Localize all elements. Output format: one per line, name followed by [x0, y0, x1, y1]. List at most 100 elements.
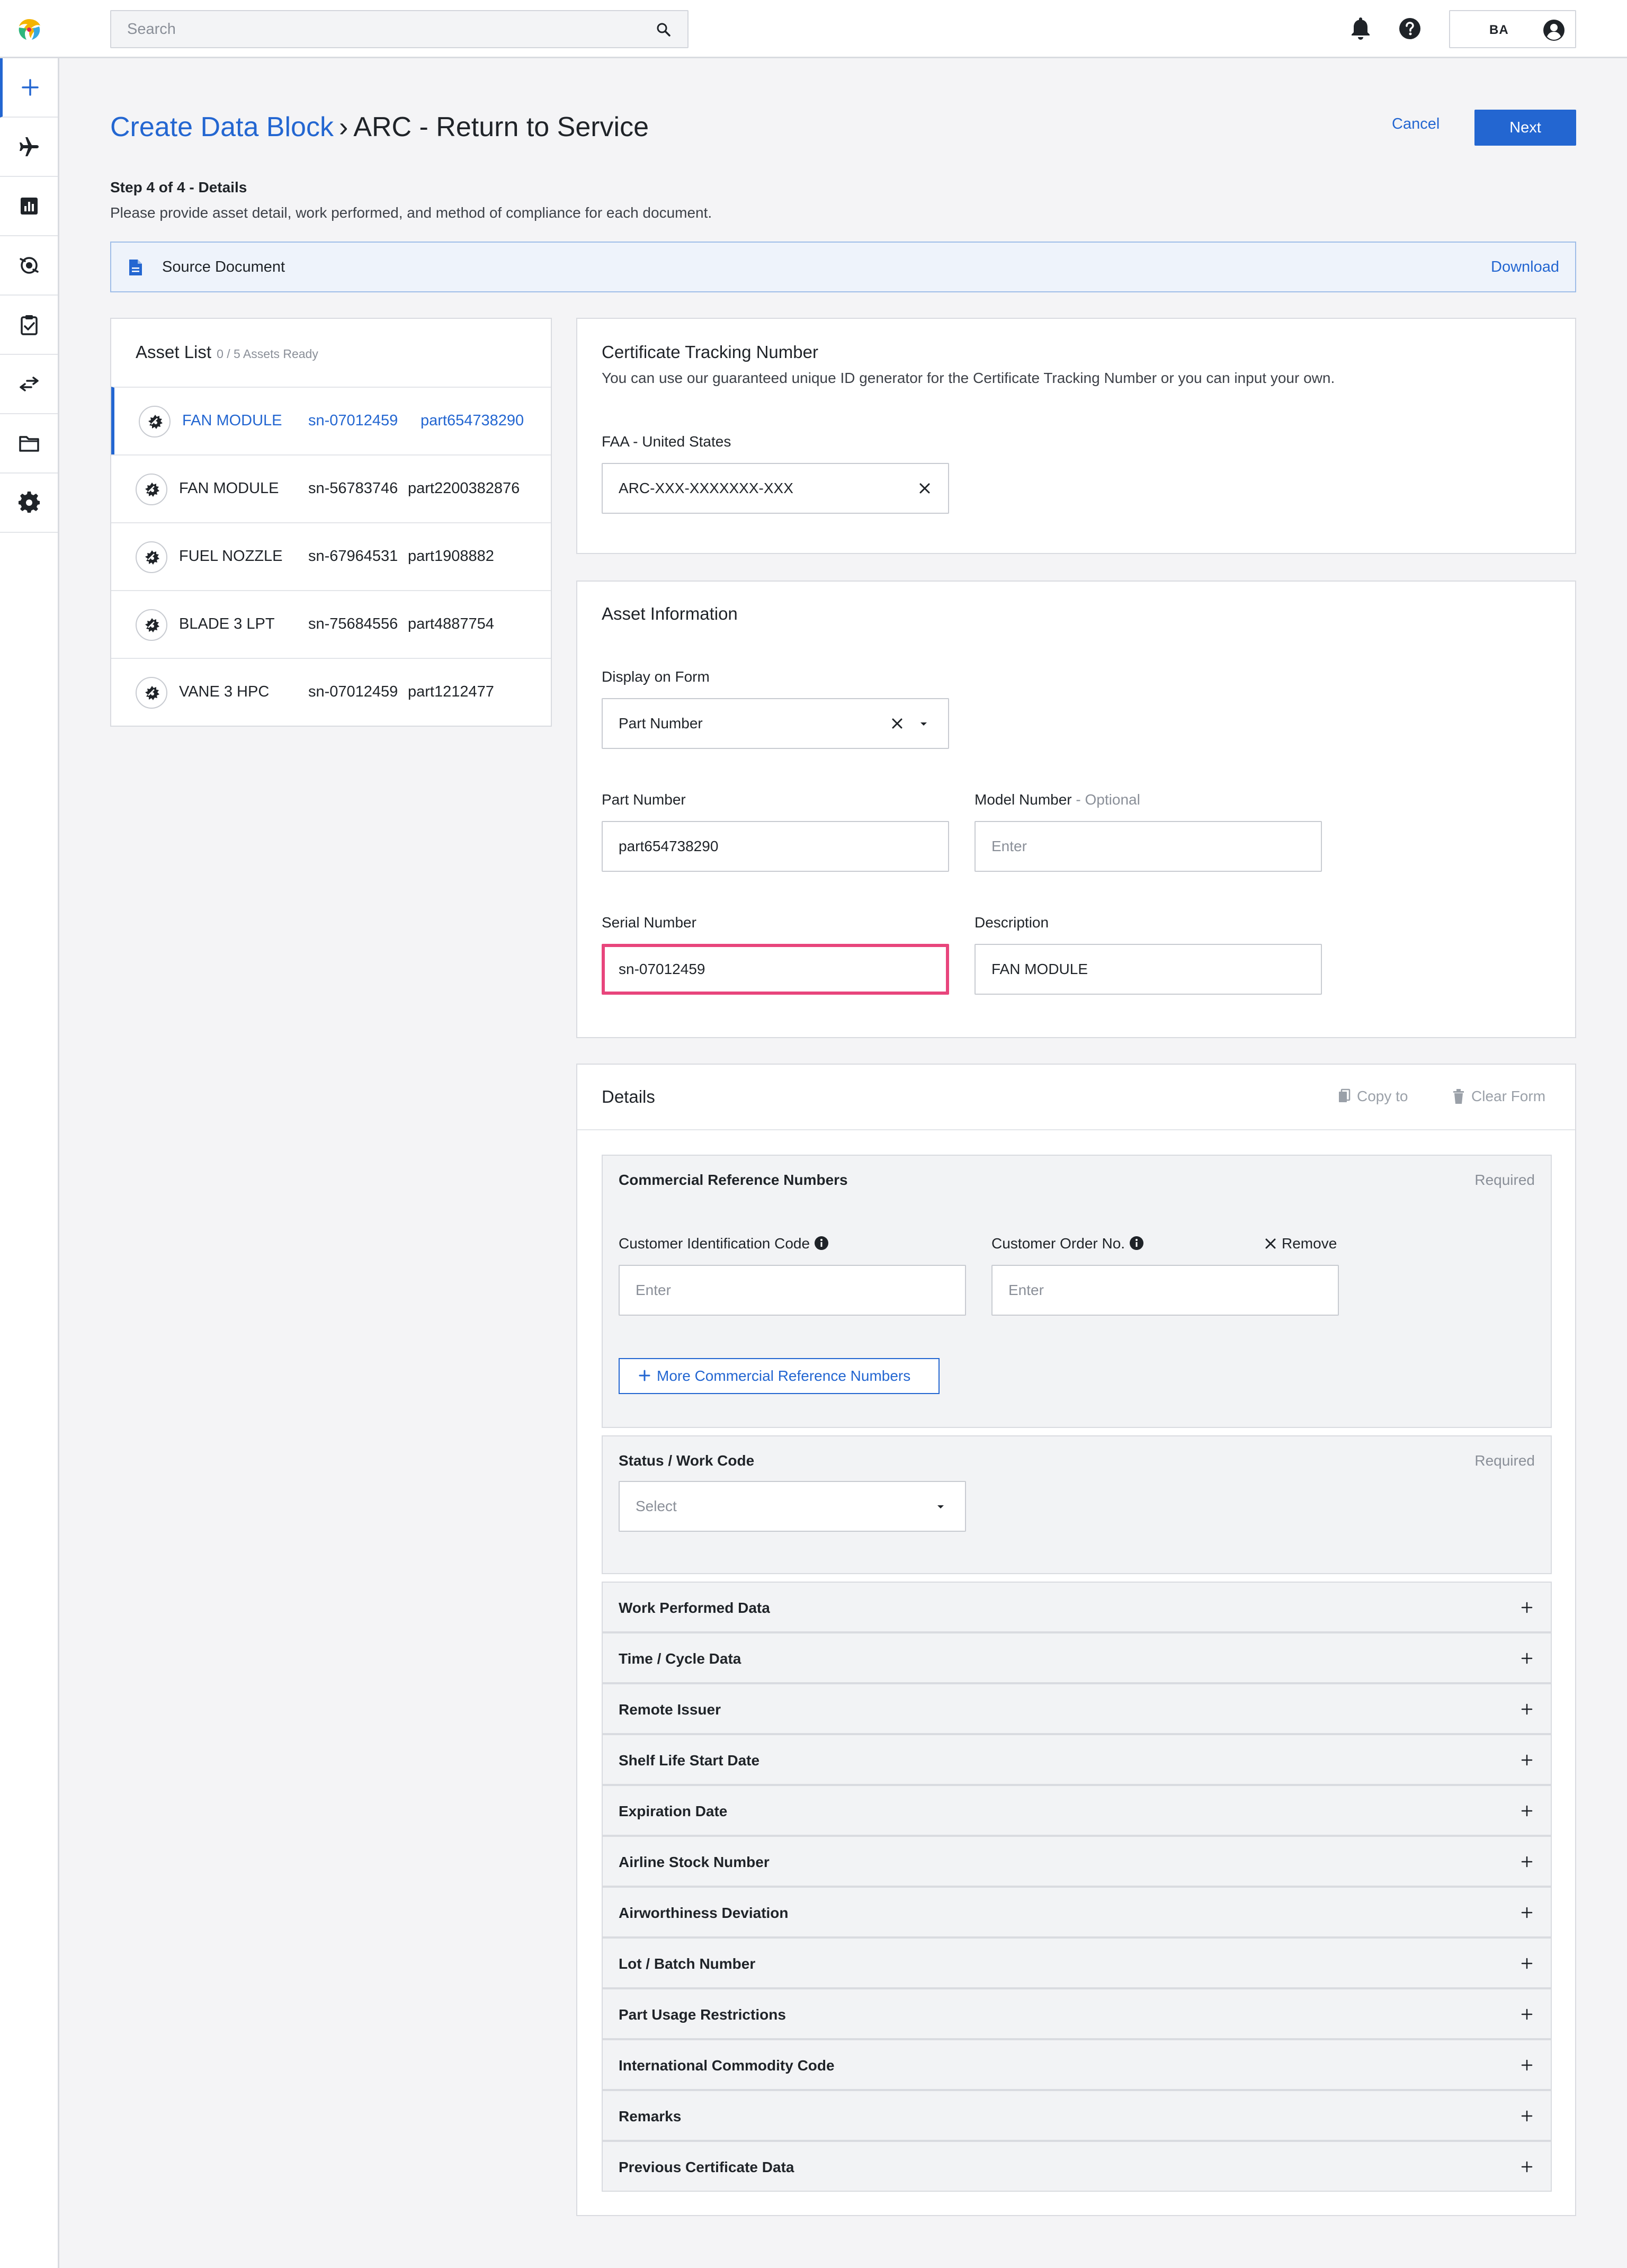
notifications-bell-icon[interactable]	[1349, 16, 1372, 40]
turbine-icon	[136, 677, 167, 709]
asset-name: VANE 3 HPC	[179, 683, 270, 700]
part-number-field	[602, 821, 949, 872]
clear-icon[interactable]	[917, 481, 932, 496]
user-avatar-icon	[1543, 20, 1565, 41]
nav-settings[interactable]	[0, 474, 58, 533]
accordion-remarks[interactable]: Remarks	[602, 2090, 1552, 2141]
folder-icon	[19, 436, 39, 452]
source-document-banner: Source Document Download	[110, 242, 1576, 292]
airplane-icon	[19, 137, 39, 156]
asset-serial: sn-67964531	[308, 548, 398, 565]
app-logo-icon[interactable]	[16, 17, 42, 41]
caret-down-icon[interactable]	[919, 721, 928, 727]
clipboard-check-icon	[20, 315, 38, 335]
asset-name: BLADE 3 LPT	[179, 615, 275, 632]
plus-icon	[1521, 1856, 1533, 1868]
help-icon[interactable]	[1398, 17, 1422, 40]
asset-part: part1908882	[408, 548, 494, 565]
accordion-remote-issuer[interactable]: Remote Issuer	[602, 1683, 1552, 1734]
clear-form-label: Clear Form	[1471, 1088, 1546, 1104]
accordion-airworthiness-deviation[interactable]: Airworthiness Deviation	[602, 1887, 1552, 1937]
asset-list-item[interactable]: FAN MODULE sn-56783746 part2200382876	[111, 454, 551, 522]
asset-list-item[interactable]: FAN MODULE sn-07012459 part654738290	[111, 387, 551, 454]
customer-id-input[interactable]	[636, 1266, 917, 1315]
plus-icon	[1521, 1754, 1533, 1766]
asset-list-item[interactable]: BLADE 3 LPT sn-75684556 part4887754	[111, 590, 551, 658]
breadcrumb-separator: ›	[338, 112, 348, 142]
accordion-expiration-date[interactable]: Expiration Date	[602, 1785, 1552, 1836]
asset-serial: sn-07012459	[308, 683, 398, 700]
description-field	[975, 944, 1322, 995]
left-nav-rail	[0, 58, 59, 2268]
accordion-title: Previous Certificate Data	[619, 2159, 794, 2175]
customer-id-label-text: Customer Identification Code	[619, 1235, 810, 1252]
accordion-shelf-life-start-date[interactable]: Shelf Life Start Date	[602, 1734, 1552, 1785]
nav-transfers[interactable]	[0, 355, 58, 414]
asset-information-title: Asset Information	[602, 604, 738, 623]
breadcrumb: Create Data Block › ARC - Return to Servic…	[110, 109, 649, 146]
info-icon[interactable]	[814, 1236, 829, 1251]
more-commercial-reference-button[interactable]: More Commercial Reference Numbers	[619, 1358, 940, 1394]
plus-icon	[1521, 1653, 1533, 1664]
user-initials: BA	[1489, 23, 1509, 37]
plus-icon	[1521, 1958, 1533, 1969]
model-number-input[interactable]	[991, 822, 1273, 871]
search-input[interactable]	[127, 11, 636, 47]
asset-serial: sn-56783746	[308, 480, 398, 497]
nav-create[interactable]	[0, 58, 58, 118]
display-on-form-select[interactable]: Part Number	[602, 698, 949, 749]
asset-list-item[interactable]: FUEL NOZZLE sn-67964531 part1908882	[111, 522, 551, 590]
breadcrumb-create-data-block[interactable]: Create Data Block	[110, 112, 334, 142]
nav-aircraft[interactable]	[0, 118, 58, 177]
cancel-button[interactable]: Cancel	[1392, 115, 1440, 133]
clear-icon[interactable]	[890, 716, 905, 731]
copy-to-button[interactable]: Copy to	[1338, 1088, 1408, 1105]
plus-icon	[1521, 1703, 1533, 1715]
required-tag: Required	[1474, 1172, 1535, 1188]
accordion-part-usage-restrictions[interactable]: Part Usage Restrictions	[602, 1988, 1552, 2039]
customer-order-input[interactable]	[1008, 1266, 1290, 1315]
accordion-title: Part Usage Restrictions	[619, 2006, 786, 2023]
asset-part: part2200382876	[408, 480, 520, 497]
part-number-input[interactable]	[619, 822, 900, 871]
certificate-tracking-panel: Certificate Tracking Number You can use …	[576, 318, 1576, 554]
status-work-code-title: Status / Work Code	[619, 1452, 755, 1469]
clear-form-button[interactable]: Clear Form	[1452, 1088, 1545, 1105]
search-icon[interactable]	[656, 22, 672, 38]
accordion-previous-certificate-data[interactable]: Previous Certificate Data	[602, 2141, 1552, 2192]
turbine-icon	[136, 474, 167, 505]
next-button[interactable]: Next	[1474, 110, 1576, 146]
plus-icon	[1521, 2008, 1533, 2020]
accordion-work-performed-data[interactable]: Work Performed Data	[602, 1582, 1552, 1632]
accordion-time-cycle-data[interactable]: Time / Cycle Data	[602, 1632, 1552, 1683]
nav-tasks[interactable]	[0, 296, 58, 355]
asset-list-item[interactable]: VANE 3 HPC sn-07012459 part1212477	[111, 658, 551, 726]
user-menu-button[interactable]: BA	[1449, 10, 1576, 48]
accordion-international-commodity-code[interactable]: International Commodity Code	[602, 2039, 1552, 2090]
accordion-lot-batch-number[interactable]: Lot / Batch Number	[602, 1937, 1552, 1988]
description-input[interactable]	[991, 945, 1273, 994]
serial-number-input[interactable]	[619, 947, 896, 992]
download-link[interactable]: Download	[1491, 258, 1559, 276]
nav-reports[interactable]	[0, 177, 58, 236]
asset-name: FAN MODULE	[179, 480, 279, 497]
accordion-airline-stock-number[interactable]: Airline Stock Number	[602, 1836, 1552, 1887]
certificate-tracking-input[interactable]	[619, 464, 900, 513]
page-title: ARC - Return to Service	[353, 112, 649, 142]
nav-tracking[interactable]	[0, 236, 58, 296]
accordion-title: Expiration Date	[619, 1803, 728, 1819]
remove-button[interactable]: Remove	[1265, 1235, 1337, 1252]
customer-order-label: Customer Order No.	[991, 1235, 1144, 1252]
nav-folders[interactable]	[0, 414, 58, 474]
plus-icon	[1521, 1602, 1533, 1613]
asset-name: FUEL NOZZLE	[179, 548, 283, 565]
accordion-title: Shelf Life Start Date	[619, 1752, 760, 1769]
customer-order-label-text: Customer Order No.	[991, 1235, 1125, 1252]
asset-name: FAN MODULE	[182, 412, 282, 429]
status-work-code-select[interactable]: Select	[619, 1481, 966, 1532]
plus-icon	[639, 1370, 650, 1381]
info-icon[interactable]	[1129, 1236, 1144, 1251]
status-work-code-section: Status / Work Code Required Select	[602, 1435, 1552, 1574]
plus-icon	[1521, 2161, 1533, 2173]
asset-list-panel: Asset List 0 / 5 Assets Ready FAN MODULE s…	[110, 318, 552, 727]
